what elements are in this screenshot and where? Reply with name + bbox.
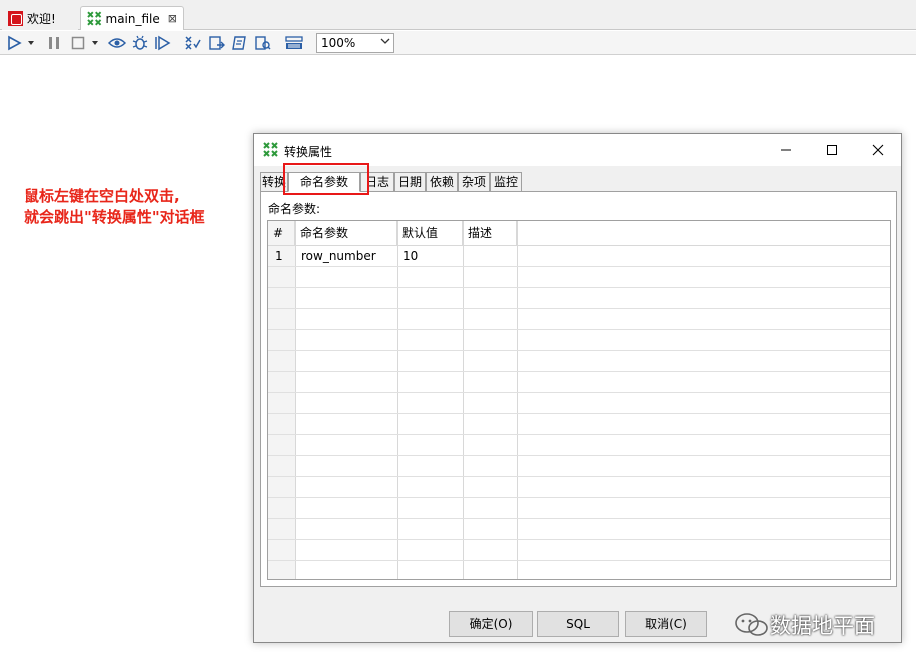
cancel-button[interactable]: 取消(C) xyxy=(625,611,707,637)
parameters-table[interactable]: # 命名参数 默认值 描述 1 row_number 10 xyxy=(267,220,891,580)
named-parameters-panel: 命名参数: # 命名参数 默认值 描述 1 row_number 10 xyxy=(260,191,897,587)
annotation: 鼠标左键在空白处双击, 就会跳出"转换属性"对话框 xyxy=(24,186,205,228)
column-header-name[interactable]: 命名参数 xyxy=(295,221,397,246)
table-row xyxy=(268,309,890,330)
zoom-value: 100% xyxy=(321,36,356,50)
column-header-default[interactable]: 默认值 xyxy=(397,221,463,246)
transformation-properties-dialog: 转换属性 转换 命名参数 日志 日期 依赖 杂项 监控 命名参数: # 命名参数 xyxy=(253,133,902,643)
close-icon[interactable]: ⊠ xyxy=(168,12,177,25)
editor-tab-bar: 欢迎! main_file ⊠ xyxy=(0,0,916,30)
minimize-button[interactable] xyxy=(766,138,806,162)
run-icon[interactable] xyxy=(4,33,24,53)
watermark-text: 数据地平面 xyxy=(770,614,875,638)
column-header-description[interactable]: 描述 xyxy=(463,221,517,246)
transformation-icon xyxy=(263,142,278,157)
welcome-icon xyxy=(8,10,23,26)
table-row xyxy=(268,393,890,414)
table-row xyxy=(268,351,890,372)
chevron-down-icon xyxy=(380,36,390,49)
run-dropdown-icon[interactable] xyxy=(24,33,38,53)
table-row xyxy=(268,414,890,435)
table-row[interactable]: 1 row_number 10 xyxy=(268,246,890,267)
cell-default[interactable]: 10 xyxy=(398,246,418,267)
sql-button[interactable]: SQL xyxy=(537,611,619,637)
cell-name[interactable]: row_number xyxy=(296,246,376,267)
cell-description[interactable] xyxy=(464,246,469,267)
verify-icon[interactable] xyxy=(183,33,203,53)
tab-misc[interactable]: 杂项 xyxy=(458,172,490,192)
table-row xyxy=(268,519,890,540)
sql-script-icon[interactable] xyxy=(230,33,250,53)
watermark: 数据地平面 xyxy=(734,610,875,640)
table-row xyxy=(268,498,890,519)
table-row xyxy=(268,330,890,351)
stop-icon[interactable] xyxy=(68,33,88,53)
tab-main-file[interactable]: main_file ⊠ xyxy=(80,6,184,30)
panel-label: 命名参数: xyxy=(268,202,321,216)
tab-welcome[interactable]: 欢迎! xyxy=(2,6,78,30)
show-results-icon[interactable] xyxy=(284,33,304,53)
replay-icon[interactable] xyxy=(153,33,173,53)
tab-dependencies[interactable]: 依赖 xyxy=(426,172,458,192)
highlight-box xyxy=(283,163,369,195)
column-header-number[interactable]: # xyxy=(268,221,295,246)
tab-monitoring[interactable]: 监控 xyxy=(490,172,522,192)
dialog-title: 转换属性 xyxy=(284,145,333,159)
annotation-line-1: 鼠标左键在空白处双击, xyxy=(24,187,180,205)
column-header-number-label: # xyxy=(273,226,284,240)
explore-db-icon[interactable] xyxy=(253,33,273,53)
annotation-line-2: 就会跳出"转换属性"对话框 xyxy=(24,208,205,226)
tab-date[interactable]: 日期 xyxy=(394,172,426,192)
stop-dropdown-icon[interactable] xyxy=(88,33,102,53)
wechat-icon xyxy=(735,613,768,636)
table-row xyxy=(268,435,890,456)
table-row xyxy=(268,288,890,309)
maximize-button[interactable] xyxy=(812,138,852,162)
table-row xyxy=(268,477,890,498)
table-row xyxy=(268,372,890,393)
impact-icon[interactable] xyxy=(207,33,227,53)
table-row xyxy=(268,540,890,561)
ok-button[interactable]: 确定(O) xyxy=(449,611,533,637)
toolbar: 100% xyxy=(0,31,916,55)
debug-bug-icon[interactable] xyxy=(130,33,150,53)
preview-eye-icon[interactable] xyxy=(107,33,127,53)
close-button[interactable] xyxy=(858,138,898,162)
zoom-select[interactable]: 100% xyxy=(316,33,394,53)
tab-welcome-label: 欢迎! xyxy=(27,11,56,26)
dialog-titlebar: 转换属性 xyxy=(254,134,901,166)
table-row xyxy=(268,267,890,288)
pause-icon[interactable] xyxy=(44,33,64,53)
table-row xyxy=(268,456,890,477)
cell-number: 1 xyxy=(275,249,283,263)
transformation-icon xyxy=(87,11,102,26)
tab-main-file-label: main_file xyxy=(105,11,160,26)
table-header: # 命名参数 默认值 描述 xyxy=(268,221,890,246)
